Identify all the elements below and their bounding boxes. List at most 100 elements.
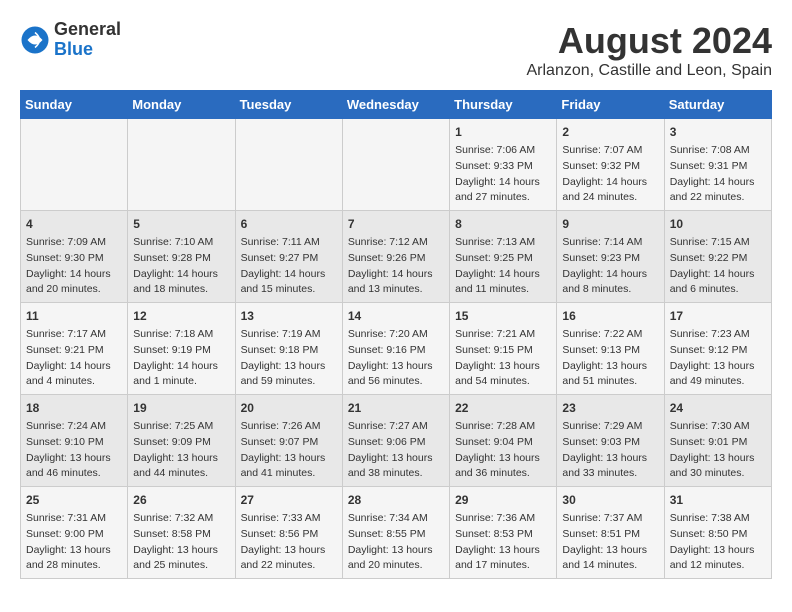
calendar-cell: 24 Sunrise: 7:30 AM Sunset: 9:01 PM Dayli… xyxy=(664,395,771,487)
day-header-wednesday: Wednesday xyxy=(342,91,449,119)
day-info: Sunrise: 7:14 AM Sunset: 9:23 PM Dayligh… xyxy=(562,235,658,298)
calendar-cell: 4 Sunrise: 7:09 AM Sunset: 9:30 PM Daylig… xyxy=(21,211,128,303)
day-header-tuesday: Tuesday xyxy=(235,91,342,119)
calendar-cell: 7Sunrise: 7:12 AM Sunset: 9:26 PM Daylig… xyxy=(342,211,449,303)
day-number: 30 xyxy=(562,491,658,509)
calendar-cell: 2 Sunrise: 7:07 AM Sunset: 9:32 PM Daylig… xyxy=(557,119,664,211)
day-number: 19 xyxy=(133,399,229,417)
day-info: Sunrise: 7:18 AM Sunset: 9:19 PM Dayligh… xyxy=(133,327,229,390)
calendar-cell: 15Sunrise: 7:21 AM Sunset: 9:15 PM Dayli… xyxy=(450,303,557,395)
day-header-saturday: Saturday xyxy=(664,91,771,119)
day-number: 24 xyxy=(670,399,766,417)
day-number: 9 xyxy=(562,215,658,233)
calendar-cell: 30 Sunrise: 7:37 AM Sunset: 8:51 PM Dayli… xyxy=(557,487,664,579)
calendar-cell: 10 Sunrise: 7:15 AM Sunset: 9:22 PM Dayli… xyxy=(664,211,771,303)
day-number: 4 xyxy=(26,215,122,233)
calendar-cell: 21 Sunrise: 7:27 AM Sunset: 9:06 PM Dayli… xyxy=(342,395,449,487)
day-number: 27 xyxy=(241,491,337,509)
calendar-cell: 19 Sunrise: 7:25 AM Sunset: 9:09 PM Dayli… xyxy=(128,395,235,487)
location-title: Arlanzon, Castille and Leon, Spain xyxy=(527,62,773,80)
calendar-cell: 13 Sunrise: 7:19 AM Sunset: 9:18 PM Dayli… xyxy=(235,303,342,395)
day-number: 1 xyxy=(455,123,551,141)
day-number: 23 xyxy=(562,399,658,417)
calendar-cell: 28Sunrise: 7:34 AM Sunset: 8:55 PM Dayli… xyxy=(342,487,449,579)
calendar-cell xyxy=(342,119,449,211)
calendar-cell xyxy=(235,119,342,211)
day-number: 8 xyxy=(455,215,551,233)
day-number: 17 xyxy=(670,307,766,325)
day-info: Sunrise: 7:12 AM Sunset: 9:26 PM Dayligh… xyxy=(348,235,444,298)
day-header-thursday: Thursday xyxy=(450,91,557,119)
day-info: Sunrise: 7:26 AM Sunset: 9:07 PM Dayligh… xyxy=(241,419,337,482)
calendar-cell xyxy=(128,119,235,211)
calendar-cell: 12 Sunrise: 7:18 AM Sunset: 9:19 PM Dayli… xyxy=(128,303,235,395)
day-number: 29 xyxy=(455,491,551,509)
day-header-sunday: Sunday xyxy=(21,91,128,119)
day-info: Sunrise: 7:37 AM Sunset: 8:51 PM Dayligh… xyxy=(562,511,658,574)
day-info: Sunrise: 7:20 AM Sunset: 9:16 PM Dayligh… xyxy=(348,327,444,390)
day-info: Sunrise: 7:09 AM Sunset: 9:30 PM Dayligh… xyxy=(26,235,122,298)
month-year-title: August 2024 xyxy=(527,20,773,62)
day-info: Sunrise: 7:34 AM Sunset: 8:55 PM Dayligh… xyxy=(348,511,444,574)
logo-icon xyxy=(20,25,50,55)
day-info: Sunrise: 7:25 AM Sunset: 9:09 PM Dayligh… xyxy=(133,419,229,482)
day-number: 26 xyxy=(133,491,229,509)
page-header: General Blue August 2024 Arlanzon, Casti… xyxy=(20,20,772,80)
day-number: 16 xyxy=(562,307,658,325)
calendar-week-2: 4 Sunrise: 7:09 AM Sunset: 9:30 PM Daylig… xyxy=(21,211,772,303)
day-info: Sunrise: 7:27 AM Sunset: 9:06 PM Dayligh… xyxy=(348,419,444,482)
title-section: August 2024 Arlanzon, Castille and Leon,… xyxy=(527,20,773,80)
day-header-monday: Monday xyxy=(128,91,235,119)
calendar-cell xyxy=(21,119,128,211)
day-info: Sunrise: 7:21 AM Sunset: 9:15 PM Dayligh… xyxy=(455,327,551,390)
day-number: 13 xyxy=(241,307,337,325)
day-number: 3 xyxy=(670,123,766,141)
calendar-header: SundayMondayTuesdayWednesdayThursdayFrid… xyxy=(21,91,772,119)
calendar-cell: 29 Sunrise: 7:36 AM Sunset: 8:53 PM Dayli… xyxy=(450,487,557,579)
day-info: Sunrise: 7:36 AM Sunset: 8:53 PM Dayligh… xyxy=(455,511,551,574)
day-number: 22 xyxy=(455,399,551,417)
calendar-cell: 18Sunrise: 7:24 AM Sunset: 9:10 PM Dayli… xyxy=(21,395,128,487)
calendar-cell: 20 Sunrise: 7:26 AM Sunset: 9:07 PM Dayli… xyxy=(235,395,342,487)
calendar-week-5: 25Sunrise: 7:31 AM Sunset: 9:00 PM Dayli… xyxy=(21,487,772,579)
day-info: Sunrise: 7:38 AM Sunset: 8:50 PM Dayligh… xyxy=(670,511,766,574)
day-number: 11 xyxy=(26,307,122,325)
day-info: Sunrise: 7:30 AM Sunset: 9:01 PM Dayligh… xyxy=(670,419,766,482)
calendar-cell: 5Sunrise: 7:10 AM Sunset: 9:28 PM Daylig… xyxy=(128,211,235,303)
day-number: 20 xyxy=(241,399,337,417)
day-number: 21 xyxy=(348,399,444,417)
calendar-week-4: 18Sunrise: 7:24 AM Sunset: 9:10 PM Dayli… xyxy=(21,395,772,487)
day-info: Sunrise: 7:29 AM Sunset: 9:03 PM Dayligh… xyxy=(562,419,658,482)
day-info: Sunrise: 7:23 AM Sunset: 9:12 PM Dayligh… xyxy=(670,327,766,390)
logo: General Blue xyxy=(20,20,121,60)
day-info: Sunrise: 7:08 AM Sunset: 9:31 PM Dayligh… xyxy=(670,143,766,206)
calendar-cell: 23 Sunrise: 7:29 AM Sunset: 9:03 PM Dayli… xyxy=(557,395,664,487)
calendar-cell: 17 Sunrise: 7:23 AM Sunset: 9:12 PM Dayli… xyxy=(664,303,771,395)
day-info: Sunrise: 7:17 AM Sunset: 9:21 PM Dayligh… xyxy=(26,327,122,390)
day-info: Sunrise: 7:24 AM Sunset: 9:10 PM Dayligh… xyxy=(26,419,122,482)
calendar-cell: 25Sunrise: 7:31 AM Sunset: 9:00 PM Dayli… xyxy=(21,487,128,579)
calendar-body: 1 Sunrise: 7:06 AM Sunset: 9:33 PM Daylig… xyxy=(21,119,772,579)
calendar-cell: 16 Sunrise: 7:22 AM Sunset: 9:13 PM Dayli… xyxy=(557,303,664,395)
calendar-cell: 31Sunrise: 7:38 AM Sunset: 8:50 PM Dayli… xyxy=(664,487,771,579)
day-info: Sunrise: 7:32 AM Sunset: 8:58 PM Dayligh… xyxy=(133,511,229,574)
day-number: 12 xyxy=(133,307,229,325)
day-number: 2 xyxy=(562,123,658,141)
day-info: Sunrise: 7:19 AM Sunset: 9:18 PM Dayligh… xyxy=(241,327,337,390)
day-info: Sunrise: 7:22 AM Sunset: 9:13 PM Dayligh… xyxy=(562,327,658,390)
calendar-cell: 1 Sunrise: 7:06 AM Sunset: 9:33 PM Daylig… xyxy=(450,119,557,211)
day-info: Sunrise: 7:07 AM Sunset: 9:32 PM Dayligh… xyxy=(562,143,658,206)
day-number: 10 xyxy=(670,215,766,233)
day-info: Sunrise: 7:15 AM Sunset: 9:22 PM Dayligh… xyxy=(670,235,766,298)
calendar-cell: 26 Sunrise: 7:32 AM Sunset: 8:58 PM Dayli… xyxy=(128,487,235,579)
calendar-cell: 27Sunrise: 7:33 AM Sunset: 8:56 PM Dayli… xyxy=(235,487,342,579)
calendar-cell: 8 Sunrise: 7:13 AM Sunset: 9:25 PM Daylig… xyxy=(450,211,557,303)
day-info: Sunrise: 7:11 AM Sunset: 9:27 PM Dayligh… xyxy=(241,235,337,298)
calendar-cell: 3 Sunrise: 7:08 AM Sunset: 9:31 PM Daylig… xyxy=(664,119,771,211)
day-info: Sunrise: 7:06 AM Sunset: 9:33 PM Dayligh… xyxy=(455,143,551,206)
day-number: 25 xyxy=(26,491,122,509)
day-info: Sunrise: 7:13 AM Sunset: 9:25 PM Dayligh… xyxy=(455,235,551,298)
day-info: Sunrise: 7:10 AM Sunset: 9:28 PM Dayligh… xyxy=(133,235,229,298)
calendar-cell: 14Sunrise: 7:20 AM Sunset: 9:16 PM Dayli… xyxy=(342,303,449,395)
calendar-cell: 11 Sunrise: 7:17 AM Sunset: 9:21 PM Dayli… xyxy=(21,303,128,395)
